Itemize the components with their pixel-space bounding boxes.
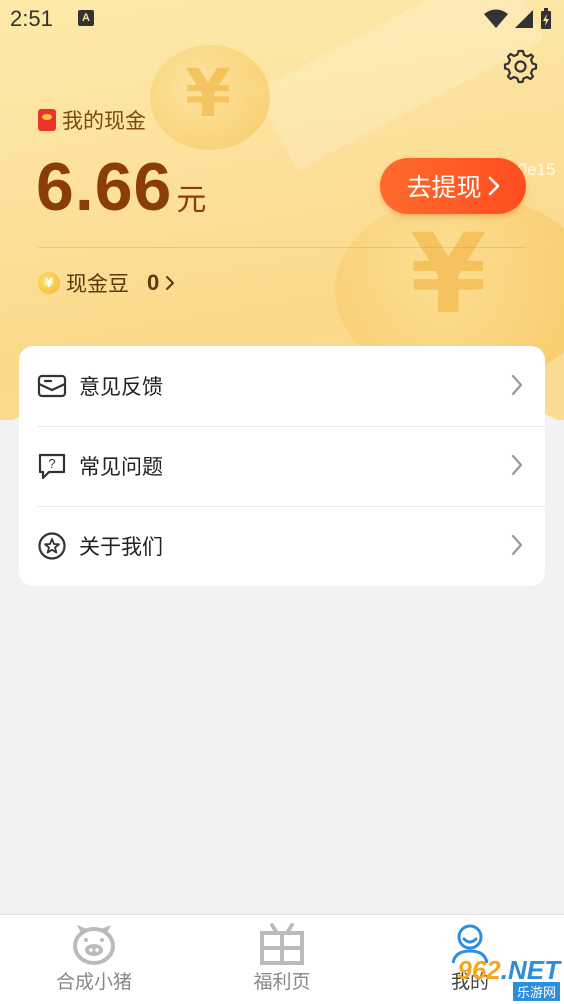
feedback-mail-icon bbox=[37, 371, 67, 401]
gear-icon bbox=[503, 49, 538, 84]
settings-button[interactable] bbox=[500, 47, 540, 87]
red-envelope-icon bbox=[38, 109, 56, 131]
bean-label: 现金豆 bbox=[66, 272, 129, 296]
wifi-icon bbox=[484, 9, 508, 28]
bean-count: 0 bbox=[147, 270, 160, 295]
site-watermark-logo: 962.NET 乐游网 bbox=[425, 955, 560, 1001]
cash-amount: 6.66 bbox=[36, 149, 173, 225]
decor-yen-glyph-large: ¥ bbox=[410, 210, 487, 338]
pig-icon bbox=[73, 925, 115, 965]
cash-label-text: 我的现金 bbox=[62, 109, 146, 133]
faq-question-icon: ? bbox=[37, 451, 67, 481]
nav-label: 福利页 bbox=[253, 971, 311, 993]
nav-item-welfare[interactable]: 福利页 bbox=[188, 915, 376, 1004]
menu-item-label: 常见问题 bbox=[79, 455, 163, 479]
svg-text:?: ? bbox=[48, 456, 55, 471]
cash-unit: 元 bbox=[176, 183, 207, 218]
star-circle-icon bbox=[37, 531, 67, 561]
notification-a-icon: A bbox=[78, 10, 94, 26]
menu-card: 意见反馈 ? 常见问题 关于我们 bbox=[19, 346, 545, 586]
cash-bean-row[interactable]: ¥ 现金豆 0 bbox=[38, 268, 175, 298]
nav-item-merge-pig[interactable]: 合成小猪 bbox=[0, 915, 188, 1004]
watermark-bottom: 乐游网 bbox=[512, 982, 560, 1001]
menu-item-label: 关于我们 bbox=[79, 535, 163, 559]
nav-label: 合成小猪 bbox=[55, 971, 132, 993]
battery-icon bbox=[541, 8, 551, 29]
header-divider bbox=[38, 247, 526, 248]
chevron-right-icon bbox=[511, 454, 523, 476]
status-time: 2:51 bbox=[10, 6, 53, 31]
withdraw-button[interactable]: 去提现 bbox=[380, 158, 526, 214]
chevron-right-icon bbox=[166, 276, 175, 290]
menu-item-about[interactable]: 关于我们 bbox=[19, 506, 545, 586]
status-bar: 2:51 A bbox=[0, 0, 564, 40]
gift-box-icon bbox=[260, 923, 304, 965]
chevron-right-icon bbox=[511, 374, 523, 396]
withdraw-button-label: 去提现 bbox=[406, 173, 482, 202]
chevron-right-icon bbox=[488, 176, 499, 196]
menu-item-label: 意见反馈 bbox=[79, 375, 163, 399]
menu-item-faq[interactable]: ? 常见问题 bbox=[19, 426, 545, 506]
status-icons bbox=[484, 8, 552, 30]
menu-item-feedback[interactable]: 意见反馈 bbox=[19, 346, 545, 426]
cash-label: 我的现金 bbox=[38, 105, 146, 135]
signal-icon bbox=[515, 10, 533, 28]
decor-yen-glyph-small: ¥ bbox=[185, 55, 231, 132]
bean-coin-icon: ¥ bbox=[38, 272, 60, 294]
cash-value: 6.66 元 bbox=[36, 148, 206, 226]
chevron-right-icon bbox=[511, 534, 523, 556]
